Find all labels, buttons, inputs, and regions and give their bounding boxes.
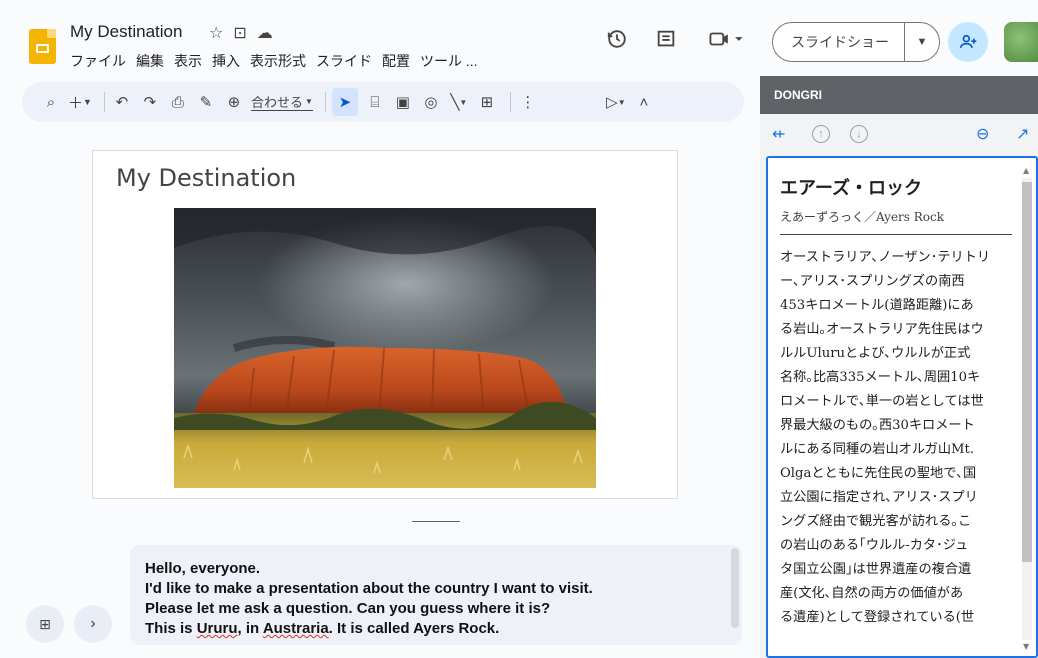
- notes-line: Please let me ask a question. Can you gu…: [145, 600, 551, 617]
- side-panel-header: DONGRI: [760, 76, 1038, 114]
- redo-icon[interactable]: ↷: [139, 88, 161, 116]
- menu-arrange[interactable]: 配置: [382, 51, 410, 71]
- zoom-label: 合わせる: [250, 95, 303, 110]
- menu-format[interactable]: 表示形式: [250, 51, 306, 71]
- new-slide-icon[interactable]: ＋ ▼: [68, 88, 92, 116]
- entry-reading: えあーずろっく／Ayers Rock: [780, 210, 945, 224]
- entry-line: タ国立公園｣は世界遺産の複合遺: [780, 562, 972, 577]
- collapse-panel-icon[interactable]: ⇷: [772, 124, 785, 144]
- filmstrip-toggle-icon[interactable]: ›: [74, 605, 112, 643]
- undo-icon[interactable]: ↶: [111, 88, 133, 116]
- text-box-icon[interactable]: ⌸: [364, 88, 386, 116]
- toolbar-divider: [103, 92, 105, 112]
- menu-file[interactable]: ファイル: [70, 51, 126, 71]
- select-cursor-icon[interactable]: ➤: [331, 88, 358, 116]
- notes-line: This is Ururu, in Austraria. It is calle…: [145, 620, 500, 637]
- title-actions: ☆⊡☁: [209, 23, 283, 43]
- menu-view[interactable]: 表示: [174, 51, 202, 71]
- slideshow-label[interactable]: スライドショー: [773, 23, 905, 61]
- entry-line: 立公園に指定され､アリス･スプリ: [780, 490, 978, 505]
- dictionary-entry: エアーズ・ロック えあーずろっく／Ayers Rock オーストラリア､ノーザン…: [766, 156, 1038, 658]
- notes-resize-handle[interactable]: [412, 521, 460, 522]
- scroll-up-icon[interactable]: ▲: [1023, 166, 1029, 175]
- menu-insert[interactable]: 挿入: [212, 51, 240, 71]
- notes-line: I'd like to make a presentation about th…: [145, 580, 593, 597]
- entry-line: Olgaとともに先住民の聖地で､国: [780, 466, 977, 481]
- collapse-toolbar-icon[interactable]: ˄: [633, 88, 655, 116]
- version-history-icon[interactable]: [606, 28, 628, 56]
- move-folder-icon[interactable]: ⊡: [233, 25, 256, 42]
- slideshow-button[interactable]: スライドショー ▼: [772, 22, 940, 62]
- misspelled-word[interactable]: Austraria: [263, 620, 329, 637]
- zoom-icon[interactable]: ⊕: [223, 88, 245, 116]
- pen-tool-icon[interactable]: ▷ ▼: [605, 88, 627, 116]
- menu-slide[interactable]: スライド: [316, 51, 372, 71]
- scroll-down-icon[interactable]: ▼: [1023, 642, 1029, 651]
- share-add-person-icon[interactable]: [948, 22, 988, 62]
- entry-line: 産(文化､自然の両方の価値があ: [780, 586, 964, 601]
- slides-logo-icon[interactable]: [29, 29, 56, 64]
- entry-line: 界最大級のもの｡西30キロメート: [780, 418, 975, 433]
- toolbar: ⌕ ＋ ▼ ↶ ↷ ⎙ ✎ ⊕ 合わせる ▼ ➤ ⌸ ▣ ◎ ╲ ▼ ⊞ ⋮ ▷ ▼ ˄: [22, 82, 744, 122]
- entry-scrollbar[interactable]: ▲ ▼: [1020, 164, 1034, 654]
- slide-title[interactable]: My Destination: [116, 164, 296, 192]
- entry-line: 453キロメートル(道路距離)にあ: [780, 298, 974, 313]
- grid-view-icon[interactable]: ⊞: [26, 605, 64, 643]
- slideshow-dropdown-icon[interactable]: ▼: [905, 36, 939, 48]
- open-external-icon[interactable]: ↗: [1016, 124, 1029, 144]
- insert-comment-icon[interactable]: ⊞: [476, 88, 498, 116]
- entry-line: ングズ経由で観光客が訪れる｡こ: [780, 514, 972, 529]
- notes-scrollbar[interactable]: [731, 548, 739, 628]
- entry-line: る岩山｡オーストラリア先住民はウ: [780, 322, 984, 337]
- menu-tools[interactable]: ツール ...: [420, 51, 478, 71]
- ayers-rock-photo[interactable]: [174, 208, 596, 488]
- notes-line: Hello, everyone.: [145, 560, 261, 577]
- scroll-thumb[interactable]: [1022, 182, 1032, 562]
- insert-image-icon[interactable]: ▣: [392, 88, 414, 116]
- document-title[interactable]: My Destination: [70, 22, 182, 42]
- comments-icon[interactable]: [655, 28, 677, 56]
- shape-icon[interactable]: ◎: [420, 88, 442, 116]
- link-icon[interactable]: ⊖: [976, 124, 989, 144]
- line-icon[interactable]: ╲ ▼: [448, 88, 470, 116]
- search-menus-icon[interactable]: ⌕: [40, 88, 62, 116]
- entry-line: の岩山のある｢ウルル-カタ･ジュ: [780, 538, 969, 553]
- cloud-status-icon[interactable]: ☁: [257, 25, 283, 42]
- speaker-notes[interactable]: Hello, everyone. I'd like to make a pres…: [130, 545, 742, 645]
- entry-line: ルルUluruとよび､ウルルが正式: [780, 346, 971, 361]
- account-avatar[interactable]: [1004, 22, 1038, 62]
- zoom-select[interactable]: 合わせる ▼: [250, 93, 313, 111]
- toolbar-divider: [509, 92, 511, 112]
- print-icon[interactable]: ⎙: [167, 88, 189, 116]
- misspelled-word[interactable]: Ururu: [197, 620, 238, 637]
- entry-body: オーストラリア､ノーザン･テリトリ ー､アリス･スプリングズの南西 453キロメ…: [780, 246, 1016, 630]
- arrow-down-icon[interactable]: ↓: [850, 125, 868, 143]
- entry-line: る遺産)として登録されている(世: [780, 610, 975, 625]
- side-panel-toolbar: ⇷ ↑ ↓ ⊖ ↗: [772, 124, 1034, 146]
- paint-format-icon[interactable]: ✎: [195, 88, 217, 116]
- meet-icon[interactable]: [706, 28, 746, 56]
- entry-line: ロメートルで､単一の岩としては世: [780, 394, 984, 409]
- entry-line: 名称｡比高335メートル､周囲10キ: [780, 370, 981, 385]
- star-icon[interactable]: ☆: [209, 25, 233, 42]
- entry-line: ー､アリス･スプリングズの南西: [780, 274, 965, 289]
- menu-bar: ファイル 編集 表示 挿入 表示形式 スライド 配置 ツール ...: [70, 51, 478, 71]
- entry-line: ルにある同種の岩山オルガ山Mt.: [780, 442, 975, 457]
- entry-line: オーストラリア､ノーザン･テリトリ: [780, 250, 991, 265]
- arrow-up-icon[interactable]: ↑: [812, 125, 830, 143]
- menu-edit[interactable]: 編集: [136, 51, 164, 71]
- toolbar-divider: [324, 92, 326, 112]
- entry-headword: エアーズ・ロック: [780, 178, 923, 199]
- entry-divider: [780, 234, 1012, 235]
- more-options-icon[interactable]: ⋮: [517, 88, 539, 116]
